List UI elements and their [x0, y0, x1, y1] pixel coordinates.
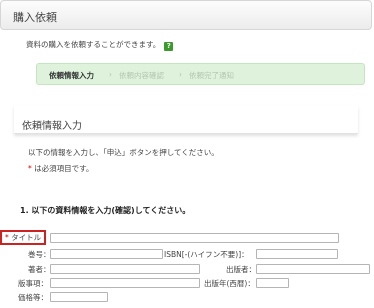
pubyear-input[interactable]: [256, 278, 289, 288]
progress-steps: 依頼情報入力 › 依頼内容確認 › 依頼完了通知: [36, 63, 365, 85]
required-mark: *: [28, 164, 32, 173]
help-icon[interactable]: ?: [164, 42, 174, 51]
required-note-text: は必須項目です。: [34, 164, 94, 173]
price-label: 価格等：: [18, 293, 48, 302]
step-separator-1: ›: [109, 70, 112, 79]
title-input[interactable]: [50, 233, 339, 243]
step-complete: 依頼完了通知: [189, 71, 234, 80]
intro-text: 資料の購入を依頼することができます。: [26, 40, 161, 49]
step-separator-2: ›: [179, 70, 182, 79]
step-confirm: 依頼内容確認: [119, 71, 164, 80]
publisher-input[interactable]: [256, 264, 370, 274]
intro-text-row: 資料の購入を依頼することができます。?: [26, 39, 174, 51]
pubyear-label: 出版年(西暦)：: [204, 279, 255, 288]
price-input[interactable]: [50, 292, 108, 302]
form-heading: 1. 以下の資料情報を入力(確認)してください。: [20, 206, 191, 215]
step-input: 依頼情報入力: [49, 71, 94, 80]
edition-label: 版事項：: [18, 279, 48, 288]
instruction-text: 以下の情報を入力し、「申込」ボタンを押してください。: [28, 148, 219, 157]
page-title: 購入依頼: [13, 11, 57, 24]
section-header: 依頼情報入力: [14, 106, 358, 134]
series-label: 巻号：: [28, 250, 51, 259]
isbn-input[interactable]: [256, 249, 338, 259]
section-title: 依頼情報入力: [22, 121, 82, 132]
series-input[interactable]: [50, 249, 163, 259]
isbn-label: ISBN[-(ハイフン不要)]：: [164, 250, 249, 259]
title-required-mark: *: [5, 233, 9, 242]
required-note: * は必須項目です。: [28, 163, 93, 174]
author-input[interactable]: [50, 264, 200, 274]
author-label: 著者：: [28, 265, 51, 274]
publisher-label: 出版者：: [226, 265, 256, 274]
title-label: タイトル: [11, 233, 42, 242]
edition-input[interactable]: [50, 278, 200, 288]
page-title-bar: 購入依頼: [0, 0, 372, 30]
title-label-box: * タイトル: [0, 230, 46, 245]
